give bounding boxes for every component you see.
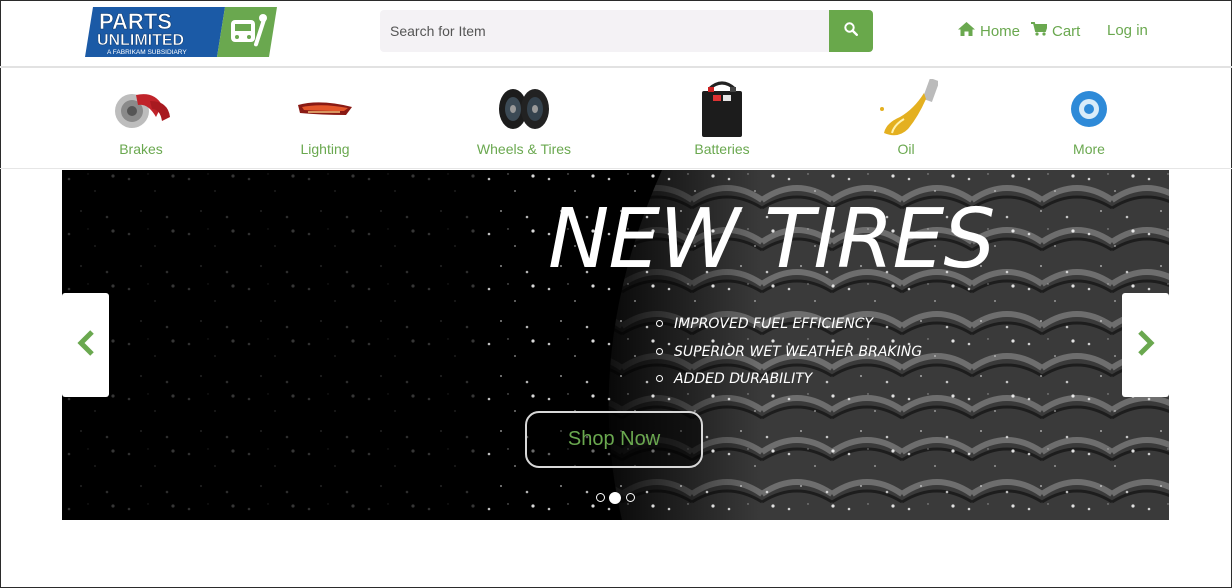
category-bar: Brakes Lighting Wheels & Tires Batteries… — [0, 68, 1232, 169]
parts-unlimited-logo[interactable]: PARTS UNLIMITED A FABRIKAM SUBSIDIARY — [85, 7, 277, 57]
home-link-label: Home — [980, 22, 1021, 40]
category-label: Wheels & Tires — [476, 141, 572, 157]
home-link[interactable]: Home — [958, 22, 1020, 40]
category-label: Lighting — [300, 141, 350, 157]
carousel-prev-button[interactable] — [62, 293, 109, 397]
hero-carousel: NEW TIRES IMPROVED FUEL EFFICIENCY SUPER… — [62, 170, 1169, 520]
slide-indicator-3[interactable] — [626, 493, 635, 502]
svg-text:PARTS: PARTS — [99, 9, 172, 34]
category-label: More — [1073, 141, 1105, 157]
category-divider — [0, 168, 1232, 169]
category-label: Brakes — [119, 141, 163, 157]
category-batteries[interactable]: Batteries — [642, 68, 802, 169]
search-input[interactable] — [380, 10, 829, 52]
search-icon — [844, 21, 859, 41]
login-link[interactable]: Log in — [1107, 22, 1148, 39]
feature-item: IMPROVED FUEL EFFICIENCY — [656, 314, 922, 342]
battery-icon — [687, 81, 757, 137]
slide-indicator-1[interactable] — [596, 493, 605, 502]
site-header: PARTS UNLIMITED A FABRIKAM SUBSIDIARY Ho… — [0, 0, 1232, 66]
category-more[interactable]: More — [1009, 68, 1169, 169]
svg-text:A FABRIKAM SUBSIDIARY: A FABRIKAM SUBSIDIARY — [107, 49, 187, 56]
search-bar — [380, 10, 873, 52]
cart-icon — [1031, 22, 1049, 40]
carousel-indicators — [594, 492, 644, 506]
home-icon — [958, 22, 975, 40]
carousel-next-button[interactable] — [1122, 293, 1169, 397]
login-link-label: Log in — [1107, 22, 1148, 39]
search-button[interactable] — [829, 10, 873, 52]
category-brakes[interactable]: Brakes — [61, 68, 221, 169]
hero-title: NEW TIRES — [548, 192, 995, 287]
feature-item: ADDED DURABILITY — [656, 369, 922, 397]
more-icon — [1054, 82, 1124, 136]
shop-now-button[interactable]: Shop Now — [525, 411, 703, 468]
chevron-right-icon — [1136, 329, 1156, 362]
slide-indicator-2[interactable] — [609, 492, 621, 504]
category-lighting[interactable]: Lighting — [245, 68, 405, 169]
chevron-left-icon — [76, 329, 96, 362]
category-wheels-tires[interactable]: Wheels & Tires — [444, 68, 604, 169]
cart-link[interactable]: Cart — [1031, 22, 1080, 40]
brake-icon — [106, 82, 176, 136]
category-label: Batteries — [694, 141, 750, 157]
feature-item: SUPERIOR WET WEATHER BRAKING — [656, 342, 922, 370]
category-oil[interactable]: Oil — [826, 68, 986, 169]
hero-feature-list: IMPROVED FUEL EFFICIENCY SUPERIOR WET WE… — [656, 314, 922, 397]
category-label: Oil — [897, 141, 915, 157]
oil-icon — [871, 79, 941, 136]
svg-text:UNLIMITED: UNLIMITED — [97, 32, 184, 49]
tail-light-icon — [290, 82, 360, 136]
wheel-icon — [489, 82, 559, 136]
cart-link-label: Cart — [1052, 22, 1081, 40]
